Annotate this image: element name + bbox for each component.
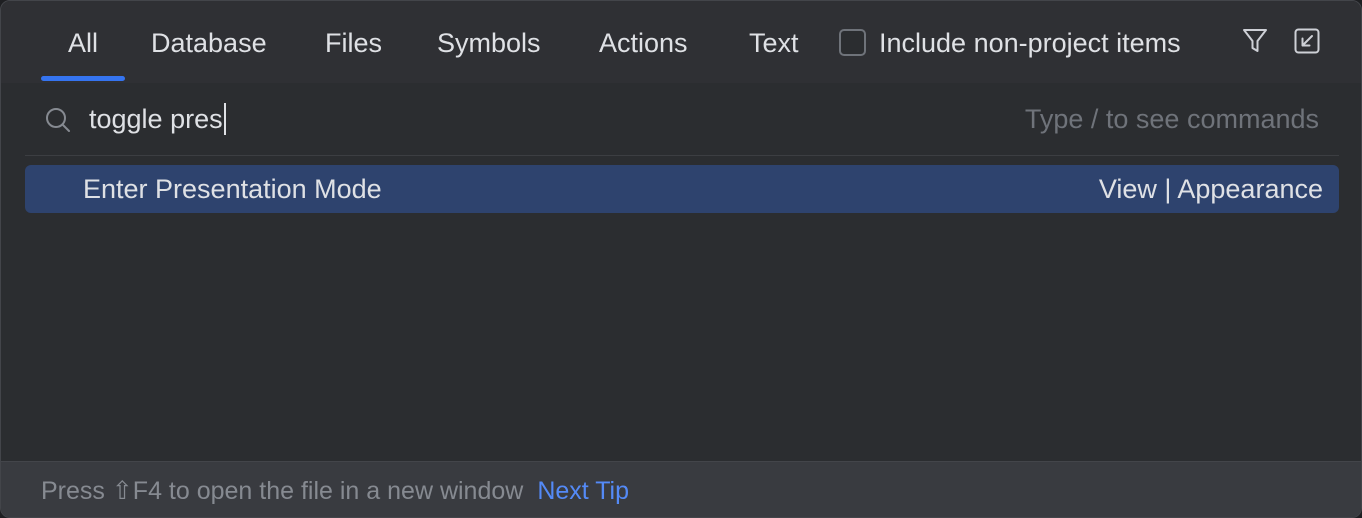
tab-actions[interactable]: Actions: [599, 1, 688, 83]
tab-database[interactable]: Database: [151, 1, 267, 83]
tab-text[interactable]: Text: [749, 1, 799, 83]
search-input[interactable]: toggle pres: [89, 97, 969, 141]
include-non-project-items-checkbox[interactable]: [839, 28, 866, 56]
include-non-project-items-toggle[interactable]: Include non-project items: [839, 1, 1181, 83]
tab-symbols-label: Symbols: [437, 28, 541, 58]
separator: [25, 155, 1339, 156]
tab-all[interactable]: All: [41, 1, 125, 83]
active-tab-indicator: [41, 76, 125, 81]
tab-files-label: Files: [325, 28, 383, 58]
tab-database-label: Database: [151, 28, 267, 58]
collapse-window-icon[interactable]: [1291, 25, 1323, 57]
search-everywhere-popup: All Database Files Symbols Actions Text …: [0, 0, 1362, 518]
include-non-project-items-label: Include non-project items: [879, 27, 1181, 58]
result-item-name: Enter Presentation Mode: [83, 174, 382, 204]
collapse-window-icon-glyph: [1294, 28, 1320, 54]
tab-text-label: Text: [749, 28, 799, 58]
result-item-location: View | Appearance: [1098, 174, 1323, 204]
footer-tip-bar: Press ⇧F4 to open the file in a new wind…: [1, 461, 1361, 517]
search-icon: [46, 108, 70, 132]
tab-files[interactable]: Files: [325, 1, 382, 83]
search-row: toggle pres Type / to see commands: [1, 83, 1361, 155]
filter-icon-glyph: [1243, 29, 1267, 52]
search-hint: Type / to see commands: [1024, 104, 1319, 134]
filter-icon[interactable]: [1239, 25, 1271, 57]
tab-symbols[interactable]: Symbols: [437, 1, 541, 83]
next-tip-link[interactable]: Next Tip: [537, 477, 629, 505]
text-caret: [223, 102, 226, 135]
tab-actions-label: Actions: [599, 28, 688, 58]
result-item-selected[interactable]: Enter Presentation Mode View | Appearanc…: [25, 165, 1339, 213]
footer-tip: Press ⇧F4 to open the file in a new wind…: [41, 462, 629, 517]
tab-all-label: All: [67, 28, 98, 58]
tab-bar: All Database Files Symbols Actions Text …: [1, 1, 1361, 83]
search-input-value: toggle pres: [89, 104, 223, 134]
footer-tip-text: Press ⇧F4 to open the file in a new wind…: [41, 477, 524, 505]
